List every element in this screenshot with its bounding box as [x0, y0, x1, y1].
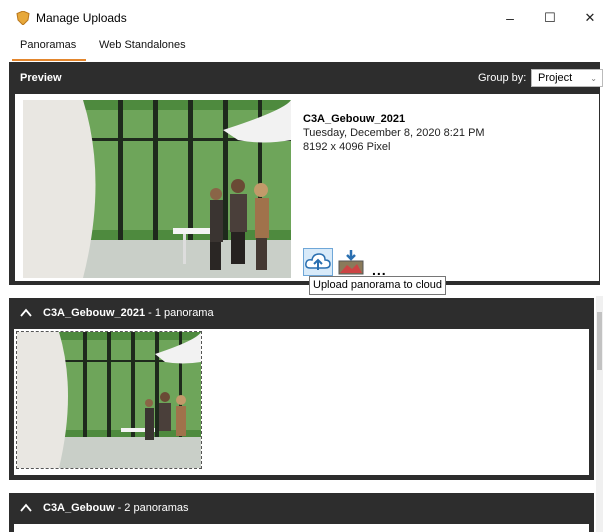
tab-panoramas[interactable]: Panoramas	[20, 39, 76, 51]
title-bar: Manage Uploads – ☐ ✕	[0, 0, 603, 36]
cloud-upload-icon	[305, 253, 331, 270]
preview-header: Preview Group by: Project ⌄	[9, 66, 603, 90]
group-count: - 1 panorama	[145, 307, 214, 319]
group-header[interactable]: C3A_Gebouw - 2 panoramas	[9, 493, 594, 523]
chevron-up-icon	[20, 503, 32, 512]
chevron-down-icon: ⌄	[590, 74, 597, 83]
download-icon	[338, 250, 364, 275]
active-tab-indicator	[12, 59, 86, 61]
preview-title: Preview	[20, 72, 62, 84]
panorama-preview-image	[23, 100, 291, 278]
group-c3a-gebouw: C3A_Gebouw - 2 panoramas	[9, 493, 594, 532]
group-header[interactable]: C3A_Gebouw_2021 - 1 panorama	[9, 298, 594, 328]
panorama-thumbnail[interactable]	[16, 331, 202, 469]
group-content	[14, 329, 589, 475]
tab-web-standalones[interactable]: Web Standalones	[99, 39, 186, 51]
tab-strip: Panoramas Web Standalones	[0, 36, 603, 62]
group-by-select[interactable]: Project ⌄	[531, 69, 603, 87]
chevron-up-icon	[20, 308, 32, 317]
download-panorama-button[interactable]	[337, 249, 365, 276]
panorama-resolution: 8192 x 4096 Pixel	[303, 141, 391, 153]
group-by-label: Group by:	[478, 72, 527, 84]
group-c3a-gebouw-2021: C3A_Gebouw_2021 - 1 panorama	[9, 298, 594, 480]
panorama-date: Tuesday, December 8, 2020 8:21 PM	[303, 127, 485, 139]
scrollbar-thumb[interactable]	[597, 312, 602, 370]
upload-to-cloud-button[interactable]	[303, 248, 333, 276]
minimize-button[interactable]: –	[490, 4, 530, 32]
window-title: Manage Uploads	[36, 11, 127, 25]
close-button[interactable]: ✕	[570, 4, 603, 32]
group-count: - 2 panoramas	[114, 502, 189, 514]
maximize-button[interactable]: ☐	[530, 4, 570, 32]
group-name: C3A_Gebouw_2021	[43, 307, 146, 319]
panorama-name: C3A_Gebouw_2021	[303, 113, 406, 125]
shield-icon	[16, 11, 30, 25]
group-name: C3A_Gebouw	[43, 502, 115, 514]
group-content	[14, 524, 589, 532]
upload-tooltip: Upload panorama to cloud	[309, 276, 447, 295]
group-by-value: Project	[538, 72, 573, 84]
